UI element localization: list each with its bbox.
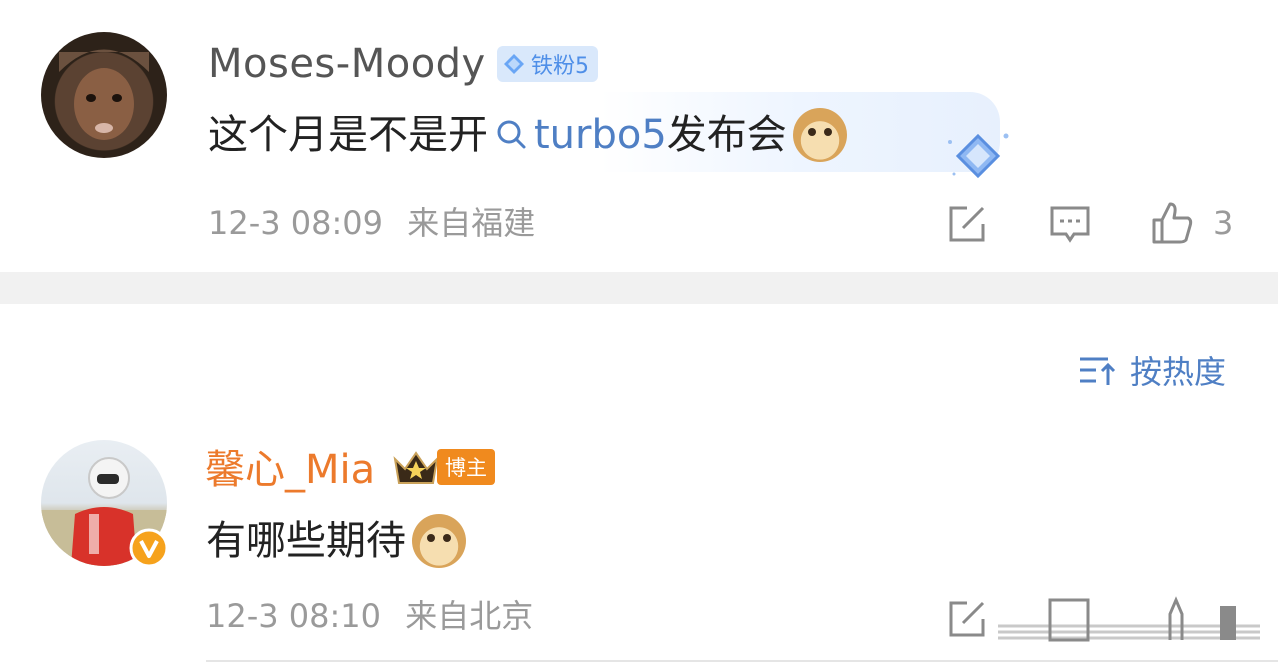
- username[interactable]: 馨心_Mia: [205, 446, 375, 494]
- topic-label: turbo5: [534, 112, 667, 158]
- topic-link[interactable]: turbo5: [488, 111, 667, 159]
- comment-location: 来自福建: [407, 204, 536, 242]
- verified-v-icon: [129, 528, 169, 568]
- comment-time: 12-3 08:10: [206, 597, 382, 635]
- blogger-badge-label: 博主: [437, 449, 495, 485]
- comment-text: 这个月是不是开 turbo5 发布会: [208, 108, 847, 162]
- doge-emoji-icon: [412, 514, 466, 568]
- crown-icon: [393, 451, 439, 484]
- blogger-badge[interactable]: 博主: [391, 447, 495, 487]
- doge-emoji-icon: [792, 108, 847, 162]
- sort-by-hot-button[interactable]: 按热度: [1078, 348, 1226, 392]
- repost-icon[interactable]: [945, 597, 989, 641]
- comment-feed: Moses-Moody 铁粉5 这个月是不是开 turbo5 发布会 12-3 …: [0, 0, 1278, 667]
- comment-text: 有哪些期待: [206, 514, 466, 568]
- comment-text-before: 这个月是不是开: [208, 112, 488, 158]
- comment-text-after: 发布会: [666, 112, 787, 158]
- sort-icon: [1080, 357, 1116, 385]
- avatar[interactable]: [41, 32, 167, 158]
- diamond-icon: [504, 54, 524, 74]
- diamond-decoration-icon: [948, 133, 1009, 179]
- sort-label: 按热度: [1130, 353, 1227, 391]
- repost-icon[interactable]: [945, 202, 989, 246]
- fan-badge-label: 铁粉5: [531, 54, 589, 79]
- comment-item: Moses-Moody 铁粉5 这个月是不是开 turbo5 发布会 12-3 …: [0, 0, 1278, 272]
- avatar-image: [41, 32, 167, 158]
- fan-level-badge[interactable]: 铁粉5: [497, 46, 598, 82]
- avatar[interactable]: [41, 440, 169, 568]
- username[interactable]: Moses-Moody: [208, 40, 486, 88]
- section-divider: [0, 272, 1278, 304]
- comment-meta: 12-3 08:09 来自福建: [208, 203, 535, 243]
- like-count: 3: [1213, 204, 1234, 242]
- watermark-overlay: [998, 596, 1260, 642]
- bottom-divider: [206, 660, 1278, 662]
- comment-location: 来自北京: [405, 597, 534, 635]
- reply-icon[interactable]: [1048, 202, 1092, 246]
- like-icon[interactable]: [1150, 200, 1194, 244]
- comment-text-body: 有哪些期待: [206, 518, 406, 564]
- comment-meta: 12-3 08:10 来自北京: [206, 596, 533, 636]
- comment-time: 12-3 08:09: [208, 204, 384, 242]
- search-icon: [497, 120, 526, 149]
